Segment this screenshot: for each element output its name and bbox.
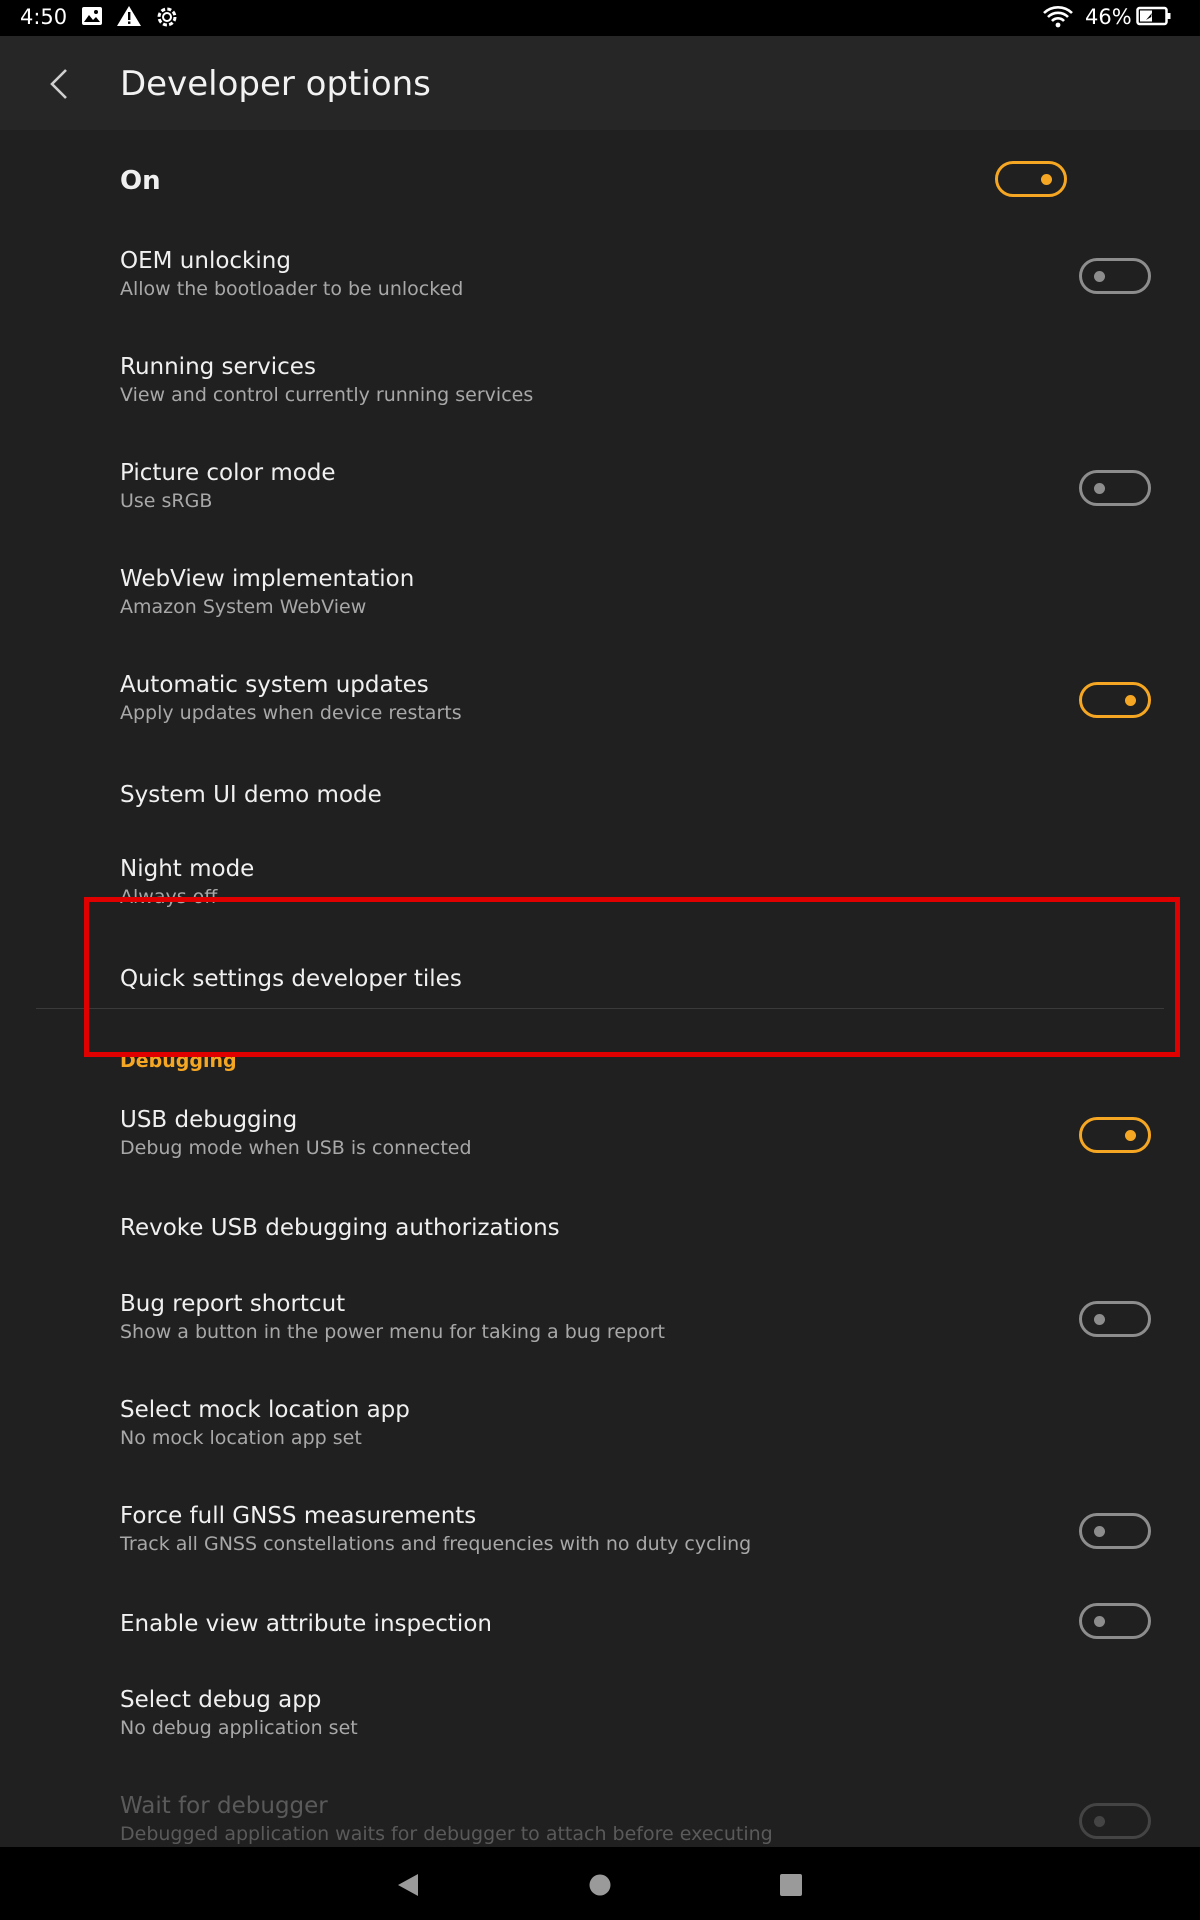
revoke-usb-authorizations-row[interactable]: Revoke USB debugging authorizations bbox=[0, 1193, 1200, 1271]
master-switch-toggle[interactable] bbox=[995, 161, 1067, 197]
toggle-knob bbox=[1125, 1130, 1136, 1141]
picture-color-mode-row[interactable]: Picture color mode Use sRGB bbox=[0, 440, 1200, 546]
setting-title: Automatic system updates bbox=[120, 672, 429, 698]
toggle-knob bbox=[1094, 1816, 1105, 1827]
setting-subtitle: Debugged application waits for debugger … bbox=[120, 1823, 773, 1845]
bug-report-shortcut-toggle[interactable] bbox=[1079, 1301, 1151, 1337]
setting-title: Force full GNSS measurements bbox=[120, 1503, 477, 1529]
setting-title: WebView implementation bbox=[120, 566, 415, 592]
wifi-icon bbox=[1043, 6, 1073, 28]
setting-subtitle: No debug application set bbox=[120, 1717, 358, 1739]
view-attribute-inspection-toggle[interactable] bbox=[1079, 1603, 1151, 1639]
setting-subtitle: Use sRGB bbox=[120, 490, 213, 512]
setting-title: Running services bbox=[120, 354, 316, 380]
usb-debugging-toggle[interactable] bbox=[1079, 1117, 1151, 1153]
setting-title: System UI demo mode bbox=[120, 782, 382, 808]
toggle-knob bbox=[1094, 1314, 1105, 1325]
master-switch-row[interactable]: On bbox=[0, 150, 1200, 228]
setting-title: Select mock location app bbox=[120, 1397, 410, 1423]
toggle-knob bbox=[1094, 1616, 1105, 1627]
setting-title: OEM unlocking bbox=[120, 248, 291, 274]
bug-report-shortcut-row[interactable]: Bug report shortcut Show a button in the… bbox=[0, 1271, 1200, 1377]
nav-recents-icon[interactable] bbox=[771, 1865, 811, 1905]
status-bar: 4:50 46% bbox=[0, 0, 1200, 36]
setting-title: Revoke USB debugging authorizations bbox=[120, 1215, 560, 1241]
automatic-system-updates-toggle[interactable] bbox=[1079, 682, 1151, 718]
system-ui-demo-mode-row[interactable]: System UI demo mode bbox=[0, 758, 1200, 836]
setting-subtitle: View and control currently running servi… bbox=[120, 384, 534, 406]
setting-title: USB debugging bbox=[120, 1107, 298, 1133]
setting-title: Bug report shortcut bbox=[120, 1291, 346, 1317]
webview-implementation-row[interactable]: WebView implementation Amazon System Web… bbox=[0, 546, 1200, 652]
view-attribute-inspection-row[interactable]: Enable view attribute inspection bbox=[0, 1589, 1200, 1667]
toggle-knob bbox=[1094, 271, 1105, 282]
mock-location-app-row[interactable]: Select mock location app No mock locatio… bbox=[0, 1377, 1200, 1483]
setting-title: Picture color mode bbox=[120, 460, 336, 486]
warning-icon bbox=[117, 6, 141, 26]
image-icon bbox=[82, 7, 102, 25]
setting-subtitle: Show a button in the power menu for taki… bbox=[120, 1321, 665, 1343]
setting-subtitle: Amazon System WebView bbox=[120, 596, 367, 618]
setting-subtitle: Apply updates when device restarts bbox=[120, 702, 462, 724]
setting-title: Select debug app bbox=[120, 1687, 322, 1713]
toggle-knob bbox=[1041, 174, 1052, 185]
page-title: Developer options bbox=[120, 64, 431, 104]
oem-unlocking-row[interactable]: OEM unlocking Allow the bootloader to be… bbox=[0, 228, 1200, 334]
force-gnss-measurements-row[interactable]: Force full GNSS measurements Track all G… bbox=[0, 1483, 1200, 1589]
setting-subtitle: No mock location app set bbox=[120, 1427, 362, 1449]
gear-icon bbox=[157, 7, 177, 27]
back-arrow-icon[interactable] bbox=[38, 62, 82, 106]
navigation-bar bbox=[0, 1847, 1200, 1920]
usb-debugging-highlight-box bbox=[84, 897, 1180, 1057]
master-switch-label: On bbox=[120, 166, 161, 196]
toggle-knob bbox=[1094, 483, 1105, 494]
running-services-row[interactable]: Running services View and control curren… bbox=[0, 334, 1200, 440]
setting-subtitle: Debug mode when USB is connected bbox=[120, 1137, 472, 1159]
force-gnss-measurements-toggle[interactable] bbox=[1079, 1513, 1151, 1549]
oem-unlocking-toggle[interactable] bbox=[1079, 258, 1151, 294]
setting-title: Night mode bbox=[120, 856, 255, 882]
setting-title: Wait for debugger bbox=[120, 1793, 328, 1819]
usb-debugging-row[interactable]: USB debugging Debug mode when USB is con… bbox=[0, 1087, 1200, 1193]
battery-charging-icon bbox=[1136, 6, 1171, 26]
toggle-knob bbox=[1125, 695, 1136, 706]
setting-subtitle: Allow the bootloader to be unlocked bbox=[120, 278, 464, 300]
automatic-system-updates-row[interactable]: Automatic system updates Apply updates w… bbox=[0, 652, 1200, 758]
app-bar: Developer options bbox=[0, 36, 1200, 130]
status-time: 4:50 bbox=[20, 5, 68, 29]
picture-color-mode-toggle[interactable] bbox=[1079, 470, 1151, 506]
select-debug-app-row[interactable]: Select debug app No debug application se… bbox=[0, 1667, 1200, 1773]
nav-home-icon[interactable] bbox=[580, 1865, 620, 1905]
wait-for-debugger-row: Wait for debugger Debugged application w… bbox=[0, 1773, 1200, 1847]
toggle-knob bbox=[1094, 1526, 1105, 1537]
nav-back-icon[interactable] bbox=[388, 1865, 428, 1905]
setting-subtitle: Track all GNSS constellations and freque… bbox=[120, 1533, 752, 1555]
battery-percentage: 46% bbox=[1085, 5, 1132, 29]
wait-for-debugger-toggle bbox=[1079, 1803, 1151, 1839]
setting-title: Enable view attribute inspection bbox=[120, 1611, 492, 1637]
